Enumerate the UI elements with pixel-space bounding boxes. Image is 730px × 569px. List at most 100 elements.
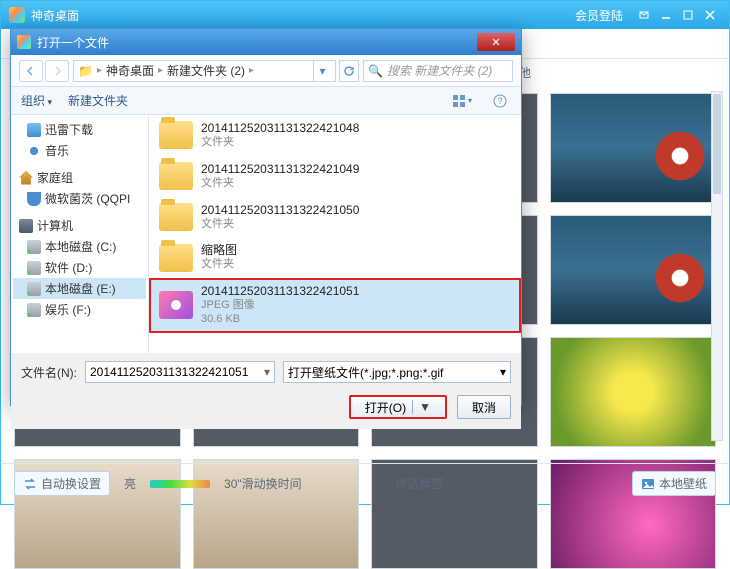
folder-icon [159,121,193,149]
drive-icon [27,240,41,254]
file-name: 201411252031131322421050 [201,203,359,218]
open-button[interactable]: 打开(O) ▼ [349,395,447,419]
organize-menu[interactable]: 组织 [21,92,52,109]
search-placeholder: 搜索 新建文件夹 (2) [387,62,492,79]
app-titlebar: 神奇桌面 会员登陆 [1,1,729,29]
dialog-fields: 文件名(N): 201411252031131322421051 ▾ 打开壁纸文… [11,353,521,391]
file-type: JPEG 图像 [201,299,359,313]
help-button[interactable]: ? [489,91,511,111]
file-row[interactable]: 201411252031131322421051JPEG 图像30.6 KB [149,278,521,333]
tree-downloads[interactable]: 迅雷下载 [13,119,146,140]
file-row[interactable]: 201411252031131322421049文件夹 [149,156,521,197]
wallpaper-thumb[interactable] [550,93,717,203]
member-login-link[interactable]: 会员登陆 [575,7,623,24]
drive-icon [27,261,41,275]
tree-homegroup[interactable]: 家庭组 [13,167,146,188]
folder-icon [159,244,193,272]
brightness-label: 亮 [124,475,136,492]
feedback-icon[interactable] [633,6,655,24]
drive-icon [27,282,41,296]
app-logo-icon [9,7,25,23]
image-file-icon [159,291,193,319]
drive-icon [27,303,41,317]
filename-label: 文件名(N): [21,364,77,381]
chevron-down-icon[interactable]: ▼ [412,400,431,414]
search-input[interactable]: 🔍 搜索 新建文件夹 (2) [363,60,513,82]
wallpaper-thumb[interactable] [550,215,717,325]
file-type: 文件夹 [201,177,359,191]
file-name: 201411252031131322421049 [201,162,359,177]
folder-icon [159,203,193,231]
new-folder-button[interactable]: 新建文件夹 [68,92,128,109]
search-icon: 🔍 [368,64,383,78]
file-row[interactable]: 缩略图文件夹 [149,237,521,278]
tree-computer[interactable]: 计算机 [13,215,146,236]
filter-select[interactable]: 打开壁纸文件(*.jpg;*.png;*.gif ▾ [283,361,511,383]
folder-tree: 迅雷下载 音乐 家庭组 微软菌茨 (QQPI 计算机 本地磁盘 (C:) 软件 … [11,115,149,353]
chevron-down-icon[interactable]: ▾ [264,365,270,379]
file-list: 201411252031131322421048文件夹2014112520311… [149,115,521,353]
file-name: 缩略图 [201,243,237,258]
dialog-close-button[interactable]: ✕ [477,33,515,51]
tree-drive-d[interactable]: 软件 (D:) [13,257,146,278]
file-row[interactable]: 201411252031131322421050文件夹 [149,197,521,238]
download-icon [27,123,41,137]
breadcrumb[interactable]: 📁 ▸ 神奇桌面 ▸ 新建文件夹 (2) ▸ ▾ [73,60,336,82]
user-icon [27,192,41,206]
view-mode-button[interactable]: ▾ [451,91,473,111]
tag-label[interactable]: 待选标签 [396,475,444,492]
svg-text:?: ? [497,96,502,106]
close-button[interactable] [699,6,721,24]
minimize-button[interactable] [655,6,677,24]
music-icon [27,144,41,158]
maximize-button[interactable] [677,6,699,24]
homegroup-icon [19,171,33,185]
dialog-app-icon [17,35,31,49]
breadcrumb-segment[interactable]: 神奇桌面 [106,62,154,79]
dialog-body: 迅雷下载 音乐 家庭组 微软菌茨 (QQPI 计算机 本地磁盘 (C:) 软件 … [11,115,521,353]
chevron-right-icon: ▸ [249,65,254,76]
app-footer: 自动换设置 亮 30"滑动换时间 待选标签 本地壁纸 [2,463,728,503]
nav-back-button[interactable] [19,60,43,82]
dialog-title: 打开一个文件 [37,34,109,51]
wallpaper-thumb[interactable] [550,337,717,447]
file-open-dialog: 打开一个文件 ✕ 📁 ▸ 神奇桌面 ▸ 新建文件夹 (2) ▸ ▾ 🔍 搜索 新… [10,28,522,406]
file-size: 30.6 KB [201,313,359,327]
tree-msn[interactable]: 微软菌茨 (QQPI [13,188,146,209]
file-name: 201411252031131322421051 [201,284,359,299]
chevron-right-icon: ▸ [97,65,102,76]
breadcrumb-root-icon: 📁 [78,64,93,78]
tree-drive-f[interactable]: 娱乐 (F:) [13,299,146,320]
app-title: 神奇桌面 [31,7,79,24]
brightness-slider[interactable] [150,480,210,488]
file-type: 文件夹 [201,258,237,272]
chevron-right-icon: ▸ [158,65,163,76]
swap-icon [23,477,37,491]
nav-forward-button[interactable] [45,60,69,82]
chevron-down-icon[interactable]: ▾ [500,365,506,379]
local-wallpaper-button[interactable]: 本地壁纸 [632,471,716,496]
tree-music[interactable]: 音乐 [13,140,146,161]
tree-drive-e[interactable]: 本地磁盘 (E:) [13,278,146,299]
slide-interval-label: 30"滑动换时间 [224,475,302,492]
computer-icon [19,219,33,233]
dialog-titlebar: 打开一个文件 ✕ [11,29,521,55]
gallery-scrollbar[interactable] [711,91,723,441]
filename-input[interactable]: 201411252031131322421051 ▾ [85,361,275,383]
tree-drive-c[interactable]: 本地磁盘 (C:) [13,236,146,257]
auto-switch-button[interactable]: 自动换设置 [14,471,110,496]
cancel-button[interactable]: 取消 [457,395,511,419]
file-name: 201411252031131322421048 [201,121,359,136]
dialog-buttons: 打开(O) ▼ 取消 [11,391,521,429]
image-icon [641,477,655,491]
dialog-nav: 📁 ▸ 神奇桌面 ▸ 新建文件夹 (2) ▸ ▾ 🔍 搜索 新建文件夹 (2) [11,55,521,87]
dialog-toolbar: 组织 新建文件夹 ▾ ? [11,87,521,115]
file-type: 文件夹 [201,218,359,232]
scrollbar-thumb[interactable] [713,94,721,194]
file-type: 文件夹 [201,136,359,150]
file-row[interactable]: 201411252031131322421048文件夹 [149,115,521,156]
breadcrumb-dropdown[interactable]: ▾ [313,61,331,81]
breadcrumb-segment[interactable]: 新建文件夹 (2) [167,62,245,79]
refresh-button[interactable] [339,60,359,82]
folder-icon [159,162,193,190]
